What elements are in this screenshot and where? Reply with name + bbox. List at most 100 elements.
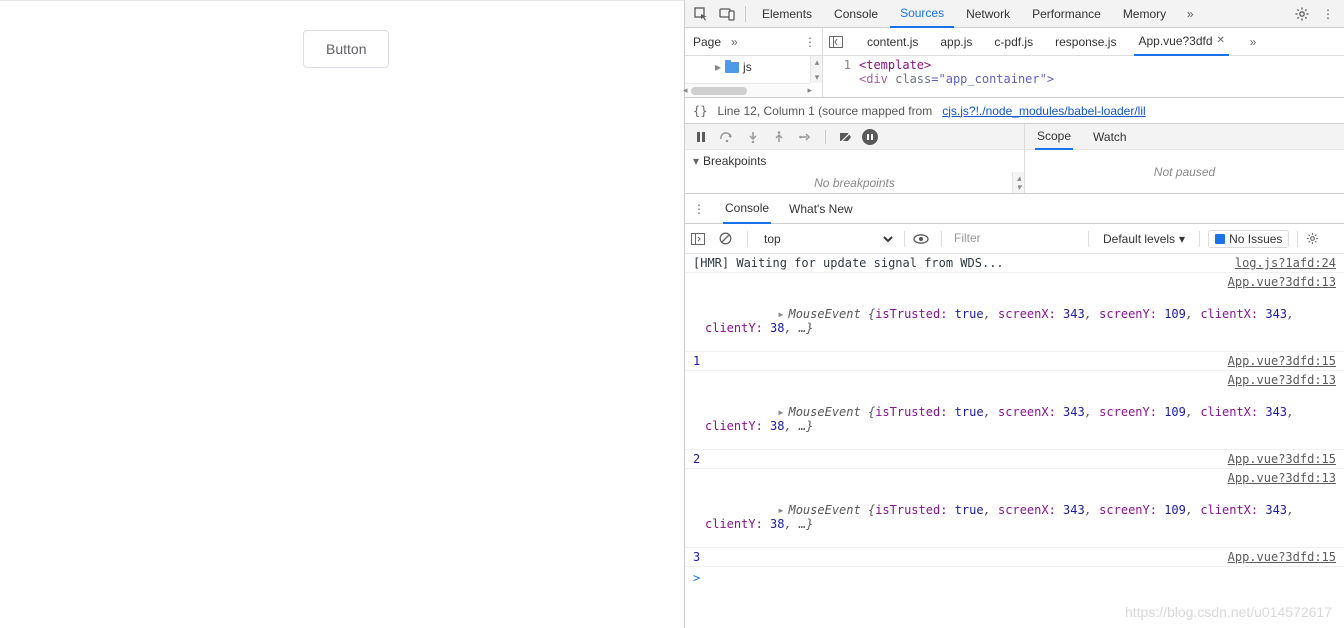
tab-console[interactable]: Console xyxy=(824,1,888,27)
demo-button[interactable]: Button xyxy=(303,30,389,68)
file-tab-appvue[interactable]: App.vue?3dfd ✕ xyxy=(1134,28,1228,56)
log-source-link[interactable]: App.vue?3dfd:15 xyxy=(1228,452,1336,466)
tab-sources[interactable]: Sources xyxy=(890,0,954,28)
sources-row: Page » ⋮ ▸ js ▴ ▾ ◂ xyxy=(685,28,1344,98)
file-tab-contentjs[interactable]: content.js xyxy=(863,29,922,55)
tab-watch[interactable]: Watch xyxy=(1091,125,1129,149)
context-select[interactable]: top xyxy=(756,229,896,249)
tree-vscroll[interactable]: ▴ ▾ xyxy=(810,56,822,83)
console-prompt[interactable]: > xyxy=(685,567,1344,589)
editor-status-bar: {} Line 12, Column 1 (source mapped from… xyxy=(685,98,1344,124)
file-tree[interactable]: ▸ js ▴ ▾ ◂ ▸ xyxy=(685,56,822,97)
scroll-left-icon[interactable]: ◂ xyxy=(683,85,688,96)
log-row: 2 App.vue?3dfd:15 xyxy=(685,450,1344,469)
step-into-icon[interactable] xyxy=(743,127,763,147)
drawer-tab-whatsnew[interactable]: What's New xyxy=(787,195,855,223)
settings-icon[interactable] xyxy=(1290,2,1314,26)
code-text: class xyxy=(888,72,931,86)
cursor-position: Line 12, Column 1 (source mapped from xyxy=(717,104,932,118)
file-tab-label: App.vue?3dfd xyxy=(1138,34,1212,48)
close-tab-icon[interactable]: ✕ xyxy=(1217,35,1225,46)
more-nav-icon[interactable]: » xyxy=(731,35,738,49)
issues-badge[interactable]: No Issues xyxy=(1208,230,1289,248)
tab-elements[interactable]: Elements xyxy=(752,1,822,27)
caret-right-icon[interactable]: ▸ xyxy=(777,307,784,321)
log-source-link[interactable]: App.vue?3dfd:13 xyxy=(1228,275,1336,289)
tree-folder-js[interactable]: ▸ js xyxy=(691,58,816,76)
pretty-print-icon[interactable]: {} xyxy=(693,104,707,118)
sidebar-toggle-icon[interactable] xyxy=(691,233,711,245)
log-row-mouseevent[interactable]: ▸MouseEvent {isTrusted: true, screenX: 3… xyxy=(685,389,1344,450)
log-source-link[interactable]: App.vue?3dfd:15 xyxy=(1228,550,1336,564)
deactivate-breakpoints-icon[interactable] xyxy=(836,127,856,147)
step-out-icon[interactable] xyxy=(769,127,789,147)
scroll-down-icon[interactable]: ▾ xyxy=(811,71,823,83)
sources-navigator: Page » ⋮ ▸ js ▴ ▾ ◂ xyxy=(685,28,823,97)
console-settings-icon[interactable] xyxy=(1306,232,1326,245)
breakpoints-header[interactable]: ▾ Breakpoints xyxy=(685,150,1024,172)
live-expression-icon[interactable] xyxy=(913,234,933,244)
toggle-navigator-icon[interactable] xyxy=(829,36,849,48)
more-tabs-icon[interactable]: » xyxy=(1178,2,1202,26)
pause-icon[interactable] xyxy=(691,127,711,147)
scroll-down-icon[interactable]: ▾ xyxy=(1013,181,1025,193)
log-row-mouseevent[interactable]: ▸MouseEvent {isTrusted: true, screenX: 3… xyxy=(685,487,1344,548)
log-row: 3 App.vue?3dfd:15 xyxy=(685,548,1344,567)
file-tab-cpdfjs[interactable]: c-pdf.js xyxy=(990,29,1037,55)
drawer-tabs: ⋮ Console What's New xyxy=(685,194,1344,224)
caret-down-icon: ▾ xyxy=(693,154,699,168)
tab-performance[interactable]: Performance xyxy=(1022,1,1111,27)
caret-right-icon[interactable]: ▸ xyxy=(777,503,784,517)
log-row: [HMR] Waiting for update signal from WDS… xyxy=(685,254,1344,273)
caret-right-icon[interactable]: ▸ xyxy=(777,405,784,419)
caret-down-icon: ▾ xyxy=(1179,232,1185,246)
clear-console-icon[interactable] xyxy=(719,232,739,245)
debug-right-pane: Scope Watch Not paused xyxy=(1025,124,1344,193)
bp-vscroll[interactable]: ▴ ▾ xyxy=(1012,172,1024,193)
drawer-tab-console[interactable]: Console xyxy=(723,194,771,224)
debugger-row: ▾ Breakpoints No breakpoints ▴ ▾ Scope W… xyxy=(685,124,1344,194)
step-over-icon[interactable] xyxy=(717,127,737,147)
source-map-link[interactable]: cjs.js?!./node_modules/babel-loader/lil xyxy=(942,104,1145,118)
inspect-icon[interactable] xyxy=(689,2,713,26)
debug-left-pane: ▾ Breakpoints No breakpoints ▴ ▾ xyxy=(685,124,1025,193)
devtools-panel: Elements Console Sources Network Perform… xyxy=(684,0,1344,628)
page-nav-label: Page xyxy=(693,35,721,49)
tab-memory[interactable]: Memory xyxy=(1113,1,1176,27)
more-file-tabs-icon[interactable]: » xyxy=(1243,35,1263,49)
log-row-mouseevent[interactable]: ▸MouseEvent {isTrusted: true, screenX: 3… xyxy=(685,291,1344,352)
log-source-link[interactable]: App.vue?3dfd:13 xyxy=(1228,373,1336,387)
hscroll-thumb[interactable] xyxy=(691,87,747,95)
tree-folder-label: js xyxy=(743,60,752,74)
folder-icon xyxy=(725,62,739,73)
sources-nav-header[interactable]: Page » ⋮ xyxy=(685,28,822,56)
file-tab-responsejs[interactable]: response.js xyxy=(1051,29,1120,55)
drawer-kebab-icon[interactable]: ⋮ xyxy=(691,202,707,216)
console-body[interactable]: [HMR] Waiting for update signal from WDS… xyxy=(685,254,1344,628)
nav-kebab-icon[interactable]: ⋮ xyxy=(804,35,816,49)
console-toolbar: top Default levels▾ No Issues xyxy=(685,224,1344,254)
breakpoints-title: Breakpoints xyxy=(703,154,766,168)
step-icon[interactable] xyxy=(795,127,815,147)
scroll-up-icon[interactable]: ▴ xyxy=(811,56,823,68)
tab-network[interactable]: Network xyxy=(956,1,1020,27)
filter-input[interactable] xyxy=(950,229,1080,248)
file-tab-bar: content.js app.js c-pdf.js response.js A… xyxy=(823,28,1344,56)
code-text: <div xyxy=(859,72,888,86)
log-source-link[interactable]: App.vue?3dfd:13 xyxy=(1228,471,1336,485)
breakpoints-body: No breakpoints ▴ ▾ xyxy=(685,172,1024,193)
device-toggle-icon[interactable] xyxy=(715,2,739,26)
tab-scope[interactable]: Scope xyxy=(1035,124,1073,150)
issues-icon xyxy=(1215,234,1225,244)
tree-hscroll[interactable]: ◂ ▸ xyxy=(685,83,810,97)
file-tab-appjs[interactable]: app.js xyxy=(936,29,976,55)
kebab-icon[interactable]: ⋮ xyxy=(1316,2,1340,26)
log-source-link[interactable]: log.js?1afd:24 xyxy=(1235,256,1336,270)
log-row: 1 App.vue?3dfd:15 xyxy=(685,352,1344,371)
log-levels[interactable]: Default levels▾ xyxy=(1097,232,1191,246)
scroll-right-icon[interactable]: ▸ xyxy=(807,85,812,96)
page-viewport: Button xyxy=(0,0,684,628)
pause-exceptions-icon[interactable] xyxy=(862,129,878,145)
log-source-link[interactable]: App.vue?3dfd:15 xyxy=(1228,354,1336,368)
code-editor[interactable]: 1<template> <div class="app_container"> xyxy=(823,56,1344,97)
